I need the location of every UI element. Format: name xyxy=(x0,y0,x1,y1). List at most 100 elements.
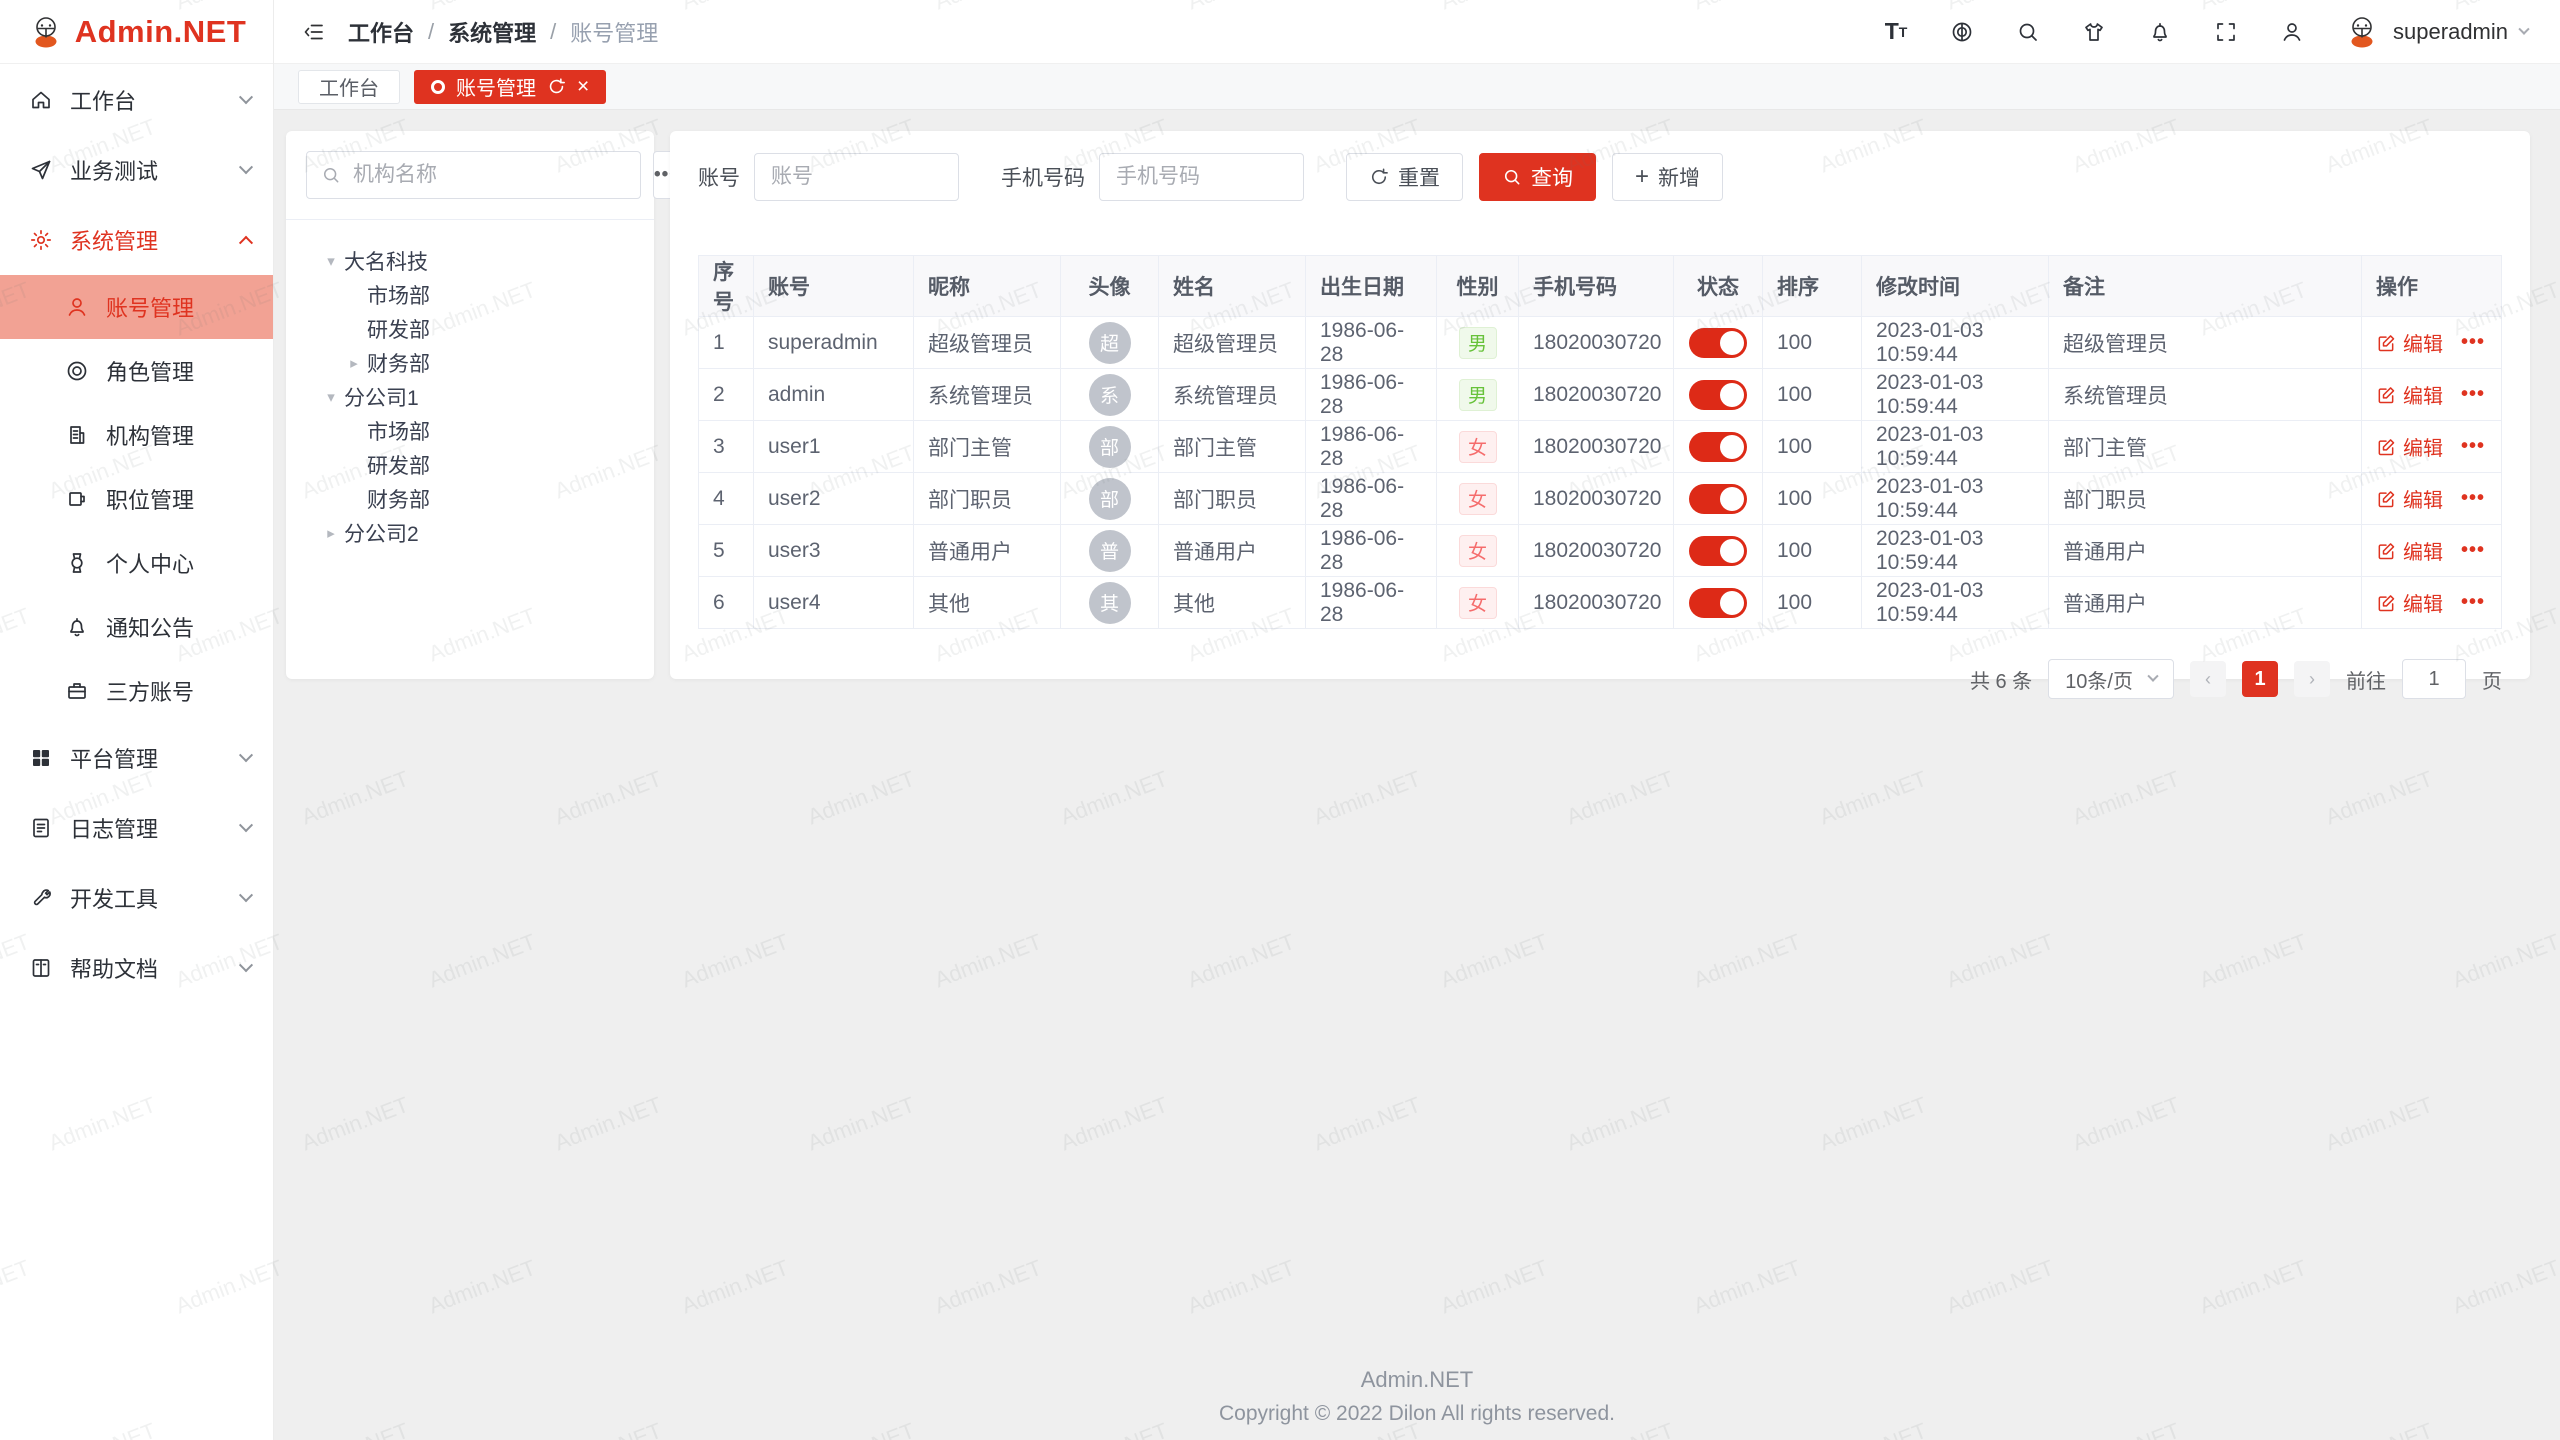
tree-node[interactable]: ▸财务部 xyxy=(306,346,634,380)
tree-expand-arrow-icon[interactable]: ▸ xyxy=(318,524,344,542)
cell-ops: 编辑 ••• xyxy=(2362,577,2501,629)
tree-node-label: 市场部 xyxy=(367,416,430,446)
sidebar-item-account-mgmt[interactable]: 账号管理 xyxy=(0,275,273,339)
filter-bar: 账号 手机号码 重置 查询 + 新增 xyxy=(698,153,2502,201)
font-size-icon[interactable]: TT xyxy=(1881,17,1911,47)
tab-refresh-icon[interactable] xyxy=(547,77,566,96)
status-toggle[interactable] xyxy=(1689,432,1747,462)
status-toggle[interactable] xyxy=(1689,484,1747,514)
cell-name: 超级管理员 xyxy=(1159,317,1306,369)
sidebar-item-position-mgmt[interactable]: 职位管理 xyxy=(0,467,273,531)
status-toggle[interactable] xyxy=(1689,536,1747,566)
notification-bell-icon[interactable] xyxy=(2145,17,2175,47)
cell-account: user4 xyxy=(754,577,914,629)
sidebar-item-dev-tools[interactable]: 开发工具 xyxy=(0,863,273,933)
tree-node[interactable]: 市场部 xyxy=(306,414,634,448)
row-more-button[interactable]: ••• xyxy=(2461,539,2485,562)
row-more-button[interactable]: ••• xyxy=(2461,383,2485,406)
sidebar-item-help-docs[interactable]: 帮助文档 xyxy=(0,933,273,1003)
edit-label: 编辑 xyxy=(2403,484,2443,513)
sidebar-item-notice[interactable]: 通知公告 xyxy=(0,595,273,659)
tree-expand-arrow-icon[interactable]: ▸ xyxy=(341,354,367,372)
cell-status xyxy=(1674,525,1763,577)
row-more-button[interactable]: ••• xyxy=(2461,591,2485,614)
sidebar-item-label: 日志管理 xyxy=(70,812,241,844)
cell-status xyxy=(1674,473,1763,525)
phone-filter-label: 手机号码 xyxy=(1001,162,1085,192)
table-row: 4user2部门职员部部门职员1986-06-28女18020030720100… xyxy=(699,473,2501,525)
sidebar-item-log-mgmt[interactable]: 日志管理 xyxy=(0,793,273,863)
chevron-up-icon xyxy=(239,236,253,250)
status-toggle[interactable] xyxy=(1689,380,1747,410)
goto-page-input[interactable] xyxy=(2402,659,2466,699)
sidebar-item-workbench[interactable]: 工作台 xyxy=(0,65,273,135)
tree-node[interactable]: 财务部 xyxy=(306,482,634,516)
edit-button[interactable]: 编辑 xyxy=(2376,328,2443,357)
tree-node[interactable]: ▾大名科技 xyxy=(306,244,634,278)
row-more-button[interactable]: ••• xyxy=(2461,487,2485,510)
user-icon xyxy=(64,294,90,320)
page-size-select[interactable]: 10条/页 xyxy=(2048,659,2174,699)
tree-node-label: 研发部 xyxy=(367,314,430,344)
sidebar-item-role-mgmt[interactable]: 角色管理 xyxy=(0,339,273,403)
tab-workbench[interactable]: 工作台 xyxy=(298,70,400,104)
cell-nickname: 部门主管 xyxy=(914,421,1061,473)
tool-icon xyxy=(28,885,54,911)
role-icon xyxy=(64,358,90,384)
menu-fold-icon[interactable] xyxy=(298,16,330,48)
tree-node[interactable]: 研发部 xyxy=(306,312,634,346)
cell-remark: 普通用户 xyxy=(2049,577,2362,629)
gender-tag: 男 xyxy=(1459,327,1497,359)
cell-order: 100 xyxy=(1763,473,1862,525)
avatar: 部 xyxy=(1089,478,1131,520)
prev-page-button[interactable]: ‹ xyxy=(2190,661,2226,697)
add-button[interactable]: + 新增 xyxy=(1612,153,1723,201)
tree-expand-arrow-icon[interactable]: ▾ xyxy=(318,388,344,406)
row-more-button[interactable]: ••• xyxy=(2461,331,2485,354)
cell-phone: 18020030720 xyxy=(1519,369,1674,421)
reset-button[interactable]: 重置 xyxy=(1346,153,1463,201)
tree-node[interactable]: 研发部 xyxy=(306,448,634,482)
tree-node[interactable]: ▸分公司2 xyxy=(306,516,634,550)
sidebar-item-third-account[interactable]: 三方账号 xyxy=(0,659,273,723)
sidebar-item-label: 业务测试 xyxy=(70,154,241,186)
sidebar-item-business-test[interactable]: 业务测试 xyxy=(0,135,273,205)
edit-button[interactable]: 编辑 xyxy=(2376,380,2443,409)
cell-phone: 18020030720 xyxy=(1519,473,1674,525)
edit-button[interactable]: 编辑 xyxy=(2376,588,2443,617)
tree-expand-arrow-icon[interactable]: ▾ xyxy=(318,252,344,270)
profile-icon[interactable] xyxy=(2277,17,2307,47)
sidebar-item-system-mgmt[interactable]: 系统管理 xyxy=(0,205,273,275)
tab-close-icon[interactable]: × xyxy=(577,76,589,97)
edit-button[interactable]: 编辑 xyxy=(2376,484,2443,513)
org-icon xyxy=(64,422,90,448)
search-button[interactable]: 查询 xyxy=(1479,153,1596,201)
breadcrumb-workbench[interactable]: 工作台 xyxy=(348,16,414,48)
status-toggle[interactable] xyxy=(1689,588,1747,618)
sidebar-item-personal-center[interactable]: 个人中心 xyxy=(0,531,273,595)
edit-label: 编辑 xyxy=(2403,536,2443,565)
breadcrumb-system[interactable]: 系统管理 xyxy=(448,16,536,48)
status-toggle[interactable] xyxy=(1689,328,1747,358)
next-page-button[interactable]: › xyxy=(2294,661,2330,697)
tree-node[interactable]: 市场部 xyxy=(306,278,634,312)
theme-icon[interactable] xyxy=(2079,17,2109,47)
tab-account-mgmt[interactable]: 账号管理 × xyxy=(414,70,606,104)
cell-gender: 男 xyxy=(1437,317,1519,369)
fullscreen-icon[interactable] xyxy=(2211,17,2241,47)
sidebar-item-platform-mgmt[interactable]: 平台管理 xyxy=(0,723,273,793)
edit-button[interactable]: 编辑 xyxy=(2376,432,2443,461)
edit-button[interactable]: 编辑 xyxy=(2376,536,2443,565)
add-label: 新增 xyxy=(1658,162,1700,192)
page-1-button[interactable]: 1 xyxy=(2242,661,2278,697)
sidebar-item-org-mgmt[interactable]: 机构管理 xyxy=(0,403,273,467)
account-filter-input[interactable] xyxy=(754,153,959,201)
row-more-button[interactable]: ••• xyxy=(2461,435,2485,458)
org-search-input[interactable] xyxy=(351,162,626,188)
search-icon[interactable] xyxy=(2013,17,2043,47)
language-icon[interactable] xyxy=(1947,17,1977,47)
tree-node[interactable]: ▾分公司1 xyxy=(306,380,634,414)
phone-filter-input[interactable] xyxy=(1099,153,1304,201)
user-menu[interactable]: superadmin xyxy=(2343,13,2528,51)
goto-label: 前往 xyxy=(2346,665,2386,694)
